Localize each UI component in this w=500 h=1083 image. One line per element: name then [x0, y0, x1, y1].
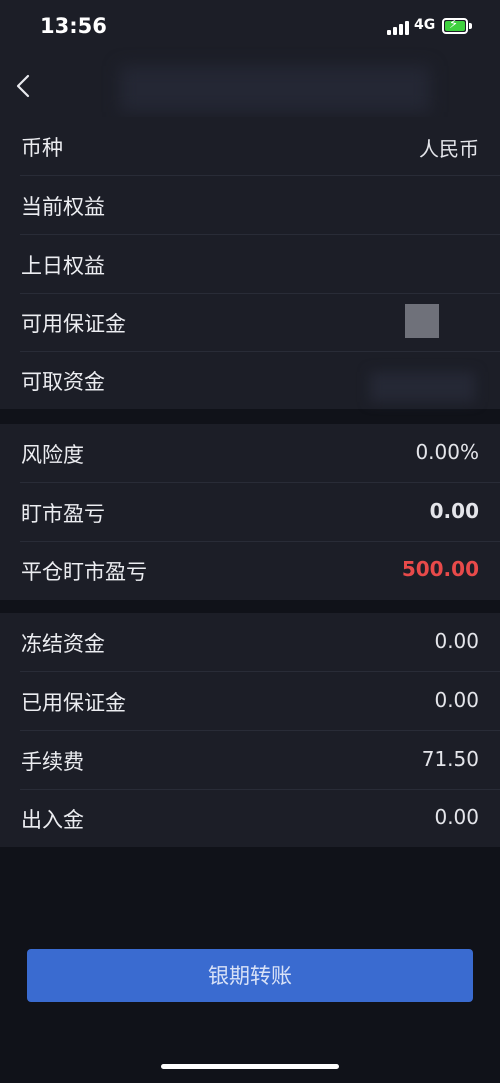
row-value: 0.00 — [434, 629, 479, 653]
bank-futures-transfer-button[interactable]: 银期转账 — [27, 949, 473, 1002]
back-button[interactable] — [6, 68, 42, 104]
row-label: 已用保证金 — [21, 691, 126, 715]
row-label: 出入金 — [21, 808, 84, 832]
redaction-mark — [405, 304, 439, 338]
battery-charging-icon: ⚡ — [442, 17, 468, 34]
row-previous-equity: 上日权益 — [0, 235, 500, 294]
network-type: 4G — [414, 17, 436, 33]
redaction-mark — [370, 372, 475, 402]
row-label: 风险度 — [21, 443, 84, 467]
battery-cap — [469, 23, 472, 29]
redacted-title — [120, 66, 430, 112]
row-value: 人民币 — [419, 137, 479, 161]
row-currency: 币种 人民币 — [0, 117, 500, 176]
row-closing-mark-to-market-pnl: 平仓盯市盈亏 500.00 — [0, 541, 500, 600]
row-fees: 手续费 71.50 — [0, 731, 500, 790]
row-used-margin: 已用保证金 0.00 — [0, 672, 500, 731]
row-label: 可取资金 — [21, 370, 105, 394]
row-value: 0.00% — [415, 440, 479, 464]
row-mark-to-market-pnl: 盯市盈亏 0.00 — [0, 483, 500, 542]
row-label: 盯市盈亏 — [21, 502, 105, 526]
chevron-left-icon — [16, 74, 30, 98]
status-bar: 13:56 4G ⚡ — [0, 0, 500, 56]
row-value: 0.00 — [434, 688, 479, 712]
row-risk-degree: 风险度 0.00% — [0, 424, 500, 483]
cellular-signal-icon — [387, 19, 411, 35]
row-value: 71.50 — [421, 747, 479, 771]
row-value: 0.00 — [434, 805, 479, 829]
row-label: 可用保证金 — [21, 312, 126, 336]
row-label: 平仓盯市盈亏 — [21, 560, 147, 584]
home-indicator[interactable] — [161, 1064, 339, 1069]
funds-section: 冻结资金 0.00 已用保证金 0.00 手续费 71.50 出入金 0.00 — [0, 613, 500, 847]
row-label: 冻结资金 — [21, 632, 105, 656]
row-value: 500.00 — [401, 557, 479, 581]
account-section: 币种 人民币 当前权益 上日权益 可用保证金 可取资金 — [0, 117, 500, 409]
row-current-equity: 当前权益 — [0, 176, 500, 235]
nav-bar — [0, 56, 500, 117]
row-value: 0.00 — [429, 499, 479, 523]
row-deposits-withdrawals: 出入金 0.00 — [0, 789, 500, 848]
row-label: 上日权益 — [21, 254, 105, 278]
risk-section: 风险度 0.00% 盯市盈亏 0.00 平仓盯市盈亏 500.00 — [0, 424, 500, 600]
row-frozen-funds: 冻结资金 0.00 — [0, 613, 500, 672]
row-label: 币种 — [21, 136, 63, 160]
row-label: 当前权益 — [21, 195, 105, 219]
status-time: 13:56 — [40, 14, 107, 38]
row-label: 手续费 — [21, 750, 84, 774]
